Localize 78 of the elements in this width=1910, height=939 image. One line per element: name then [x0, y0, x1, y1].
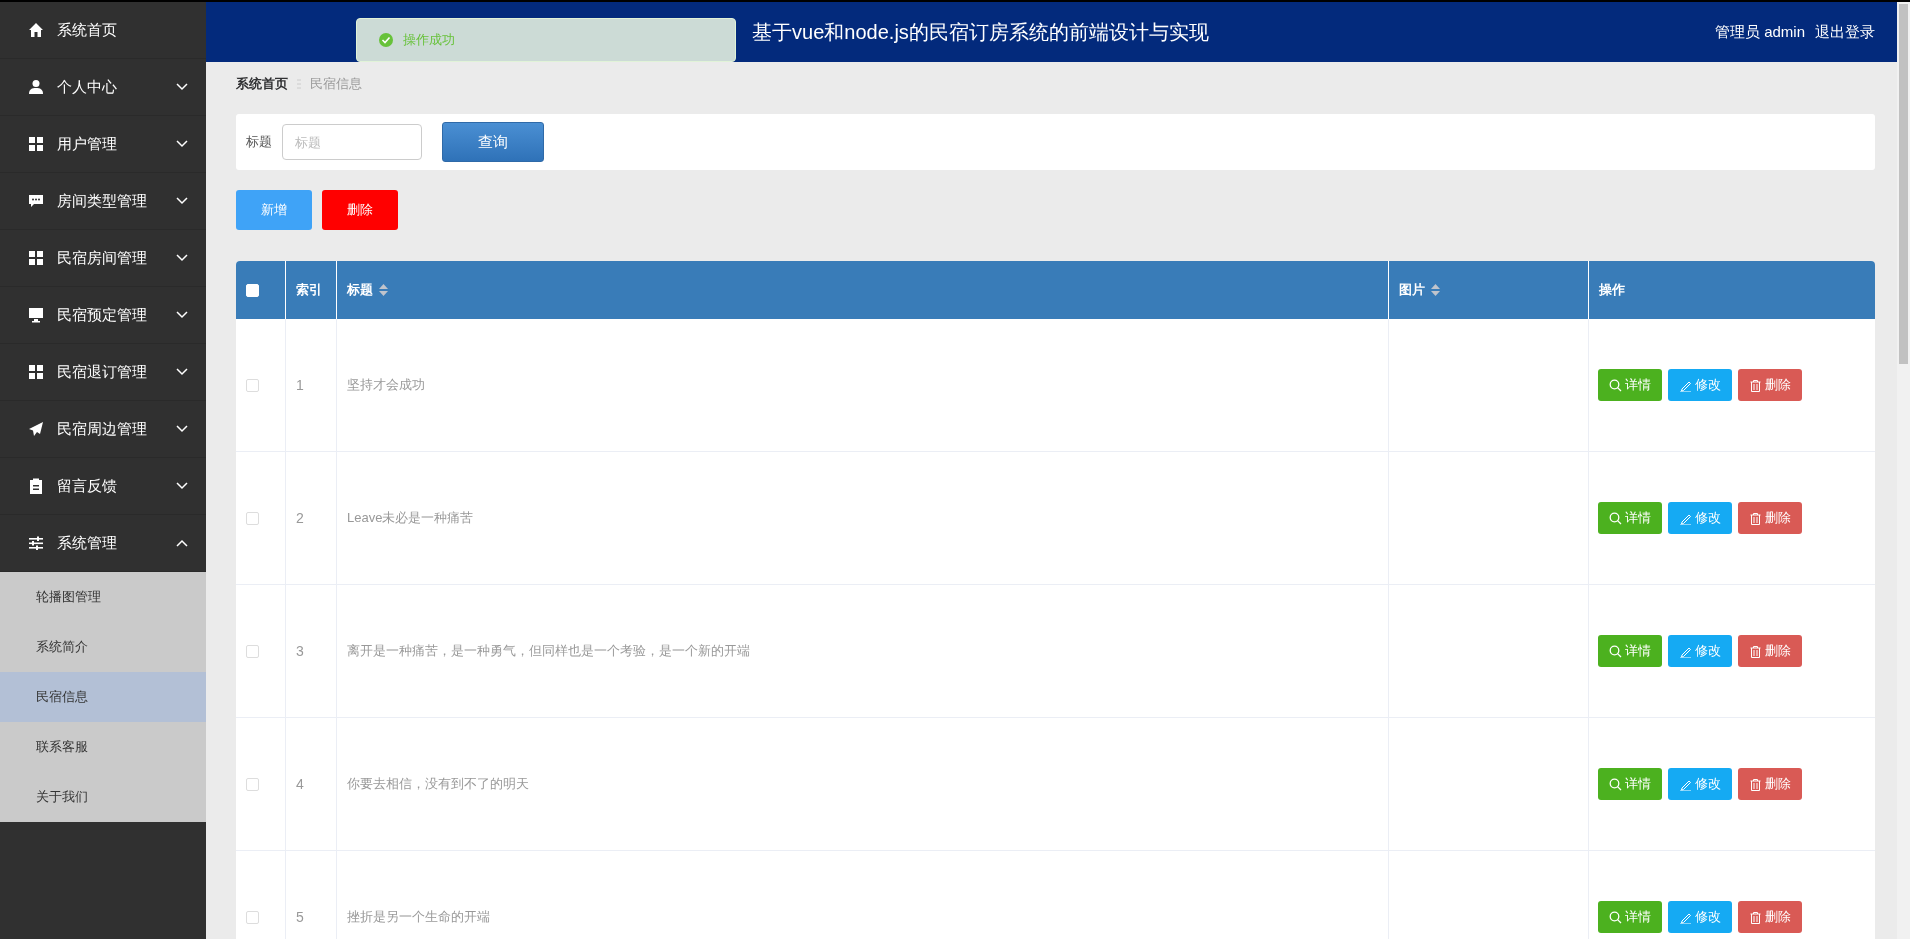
sidebar-submenu-item[interactable]: 系统简介 — [0, 622, 206, 672]
user-icon — [28, 79, 44, 95]
breadcrumb-item[interactable]: 系统首页 — [236, 74, 288, 93]
paper-plane-icon — [28, 421, 44, 437]
edit-button[interactable]: 修改 — [1668, 768, 1732, 801]
detail-button[interactable]: 详情 — [1598, 901, 1662, 934]
select-all-checkbox[interactable] — [246, 283, 259, 297]
column-header[interactable]: 标题 — [347, 281, 373, 300]
sidebar-menu-item[interactable]: 留言反馈 — [0, 458, 206, 515]
trash-icon — [1749, 910, 1762, 924]
row-checkbox[interactable] — [246, 378, 259, 392]
delete-button[interactable]: 删除 — [1738, 901, 1802, 934]
monitor-icon — [28, 307, 44, 323]
row-index: 1 — [296, 377, 304, 394]
delete-button[interactable]: 删除 — [1738, 502, 1802, 535]
edit-button[interactable]: 修改 — [1668, 369, 1732, 402]
chat-icon — [28, 193, 44, 209]
search-icon — [1609, 378, 1622, 392]
trash-icon — [1749, 378, 1762, 392]
column-header: 索引 — [296, 281, 322, 300]
row-index: 2 — [296, 510, 304, 527]
grid-icon — [28, 364, 44, 380]
home-icon — [28, 22, 44, 38]
scrollbar[interactable] — [1897, 2, 1910, 939]
row-title: 坚持才会成功 — [347, 376, 425, 395]
sidebar-menu-item[interactable]: 个人中心 — [0, 59, 206, 116]
field-label: 标题 — [246, 133, 272, 152]
clipboard-icon — [28, 478, 44, 494]
search-icon — [1609, 777, 1622, 791]
row-index: 4 — [296, 776, 304, 793]
sidebar-menu-item[interactable]: 房间类型管理 — [0, 173, 206, 230]
row-index: 5 — [296, 909, 304, 926]
delete-button[interactable]: 删除 — [1738, 635, 1802, 668]
search-button[interactable]: 查询 — [442, 122, 544, 163]
delete-button[interactable]: 删除 — [1738, 369, 1802, 402]
search-icon — [1609, 910, 1622, 924]
user-name: 管理员 admin — [1714, 22, 1805, 42]
row-checkbox[interactable] — [246, 644, 259, 658]
row-checkbox[interactable] — [246, 910, 259, 924]
search-icon — [1609, 644, 1622, 658]
detail-button[interactable]: 详情 — [1598, 635, 1662, 668]
breadcrumb-item: 民宿信息 — [310, 74, 362, 93]
row-checkbox[interactable] — [246, 777, 259, 791]
sidebar-menu-item[interactable]: 民宿退订管理 — [0, 344, 206, 401]
add-button[interactable]: 新增 — [236, 190, 312, 231]
success-icon — [379, 33, 393, 47]
logout-link[interactable]: 退出登录 — [1815, 22, 1875, 42]
sliders-icon — [28, 535, 44, 551]
column-header[interactable]: 图片 — [1399, 281, 1425, 300]
delete-button[interactable]: 删除 — [1738, 768, 1802, 801]
sidebar-submenu-item[interactable]: 关于我们 — [0, 772, 206, 822]
edit-button[interactable]: 修改 — [1668, 635, 1732, 668]
grid-icon — [28, 250, 44, 266]
trash-icon — [1749, 511, 1762, 525]
sidebar-submenu-item[interactable]: 联系客服 — [0, 722, 206, 772]
search-icon — [1609, 511, 1622, 525]
column-header: 操作 — [1599, 281, 1625, 300]
app-title: 基于vue和node.js的民宿订房系统的前端设计与实现 — [752, 20, 1209, 43]
sidebar-submenu-item[interactable]: 民宿信息 — [0, 672, 206, 722]
trash-icon — [1749, 777, 1762, 791]
detail-button[interactable]: 详情 — [1598, 768, 1662, 801]
detail-button[interactable]: 详情 — [1598, 502, 1662, 535]
row-checkbox[interactable] — [246, 511, 259, 525]
row-title: 你要去相信，没有到不了的明天 — [347, 775, 529, 794]
search-field[interactable]: 标题 — [282, 124, 422, 161]
sidebar-menu-item[interactable]: 民宿房间管理 — [0, 230, 206, 287]
detail-button[interactable]: 详情 — [1598, 369, 1662, 402]
sidebar-submenu-item[interactable]: 轮播图管理 — [0, 572, 206, 622]
sidebar-menu-item[interactable]: 民宿周边管理 — [0, 401, 206, 458]
edit-button[interactable]: 修改 — [1668, 901, 1732, 934]
grid-icon — [28, 136, 44, 152]
sidebar-menu-item[interactable]: 民宿预定管理 — [0, 287, 206, 344]
delete-button[interactable]: 删除 — [322, 190, 398, 231]
row-index: 3 — [296, 643, 304, 660]
toast-text: 操作成功 — [403, 31, 455, 49]
edit-button[interactable]: 修改 — [1668, 502, 1732, 535]
sidebar-menu-item[interactable]: 用户管理 — [0, 116, 206, 173]
trash-icon — [1749, 644, 1762, 658]
